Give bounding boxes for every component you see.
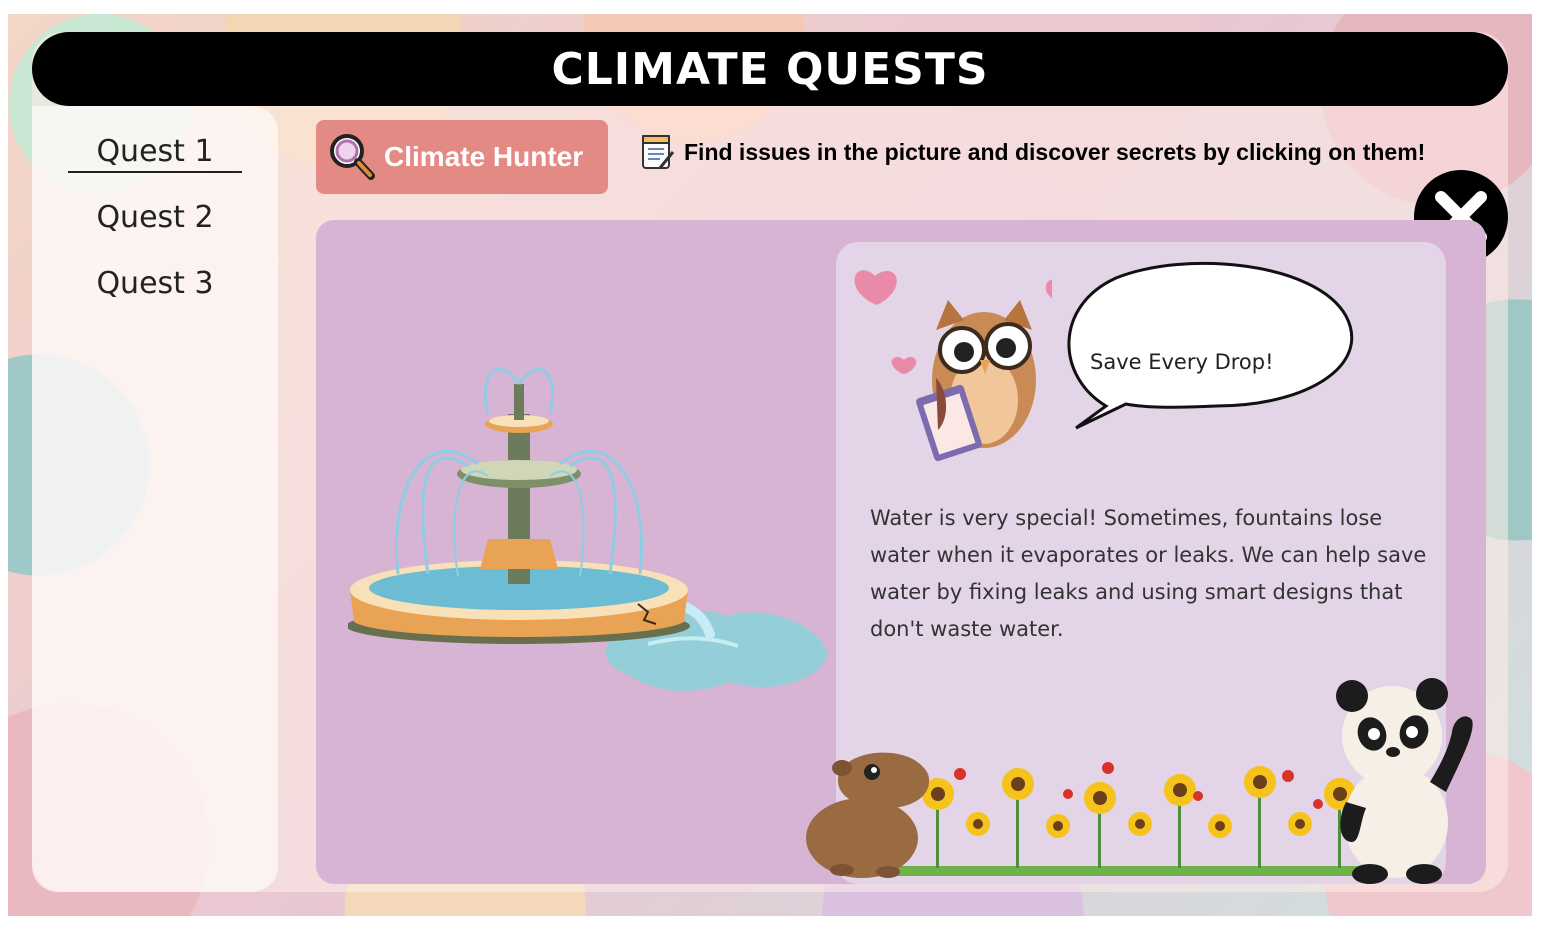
- sidebar-item-quest-1[interactable]: Quest 1: [32, 134, 278, 173]
- climate-hunter-button[interactable]: Climate Hunter: [316, 120, 608, 194]
- magnifier-icon: [330, 134, 375, 180]
- climate-hunter-label: Climate Hunter: [384, 141, 584, 172]
- panda-illustration: [1336, 678, 1473, 884]
- fact-description: Water is very special! Sometimes, founta…: [870, 506, 1427, 641]
- quest-sidebar: Quest 1 Quest 2 Quest 3: [32, 106, 278, 892]
- background: CLIMATE QUESTS Quest 1 Quest 2 Quest 3 C…: [8, 14, 1532, 916]
- capybara-illustration: [806, 752, 930, 878]
- speech-bubble: [1067, 261, 1354, 430]
- speech-text: Save Every Drop!: [1090, 350, 1274, 374]
- instruction-text: Find issues in the picture and discover …: [684, 138, 1426, 165]
- sidebar-item-quest-3[interactable]: Quest 3: [32, 266, 278, 301]
- owl-illustration: [854, 270, 1052, 462]
- title-bar: CLIMATE QUESTS: [32, 32, 1508, 106]
- page-title: CLIMATE QUESTS: [551, 43, 989, 95]
- sidebar-item-quest-2[interactable]: Quest 2: [32, 200, 278, 235]
- fountain-illustration[interactable]: [348, 354, 838, 704]
- notepad-icon: [642, 135, 675, 169]
- instruction-row: Find issues in the picture and discover …: [640, 132, 1425, 172]
